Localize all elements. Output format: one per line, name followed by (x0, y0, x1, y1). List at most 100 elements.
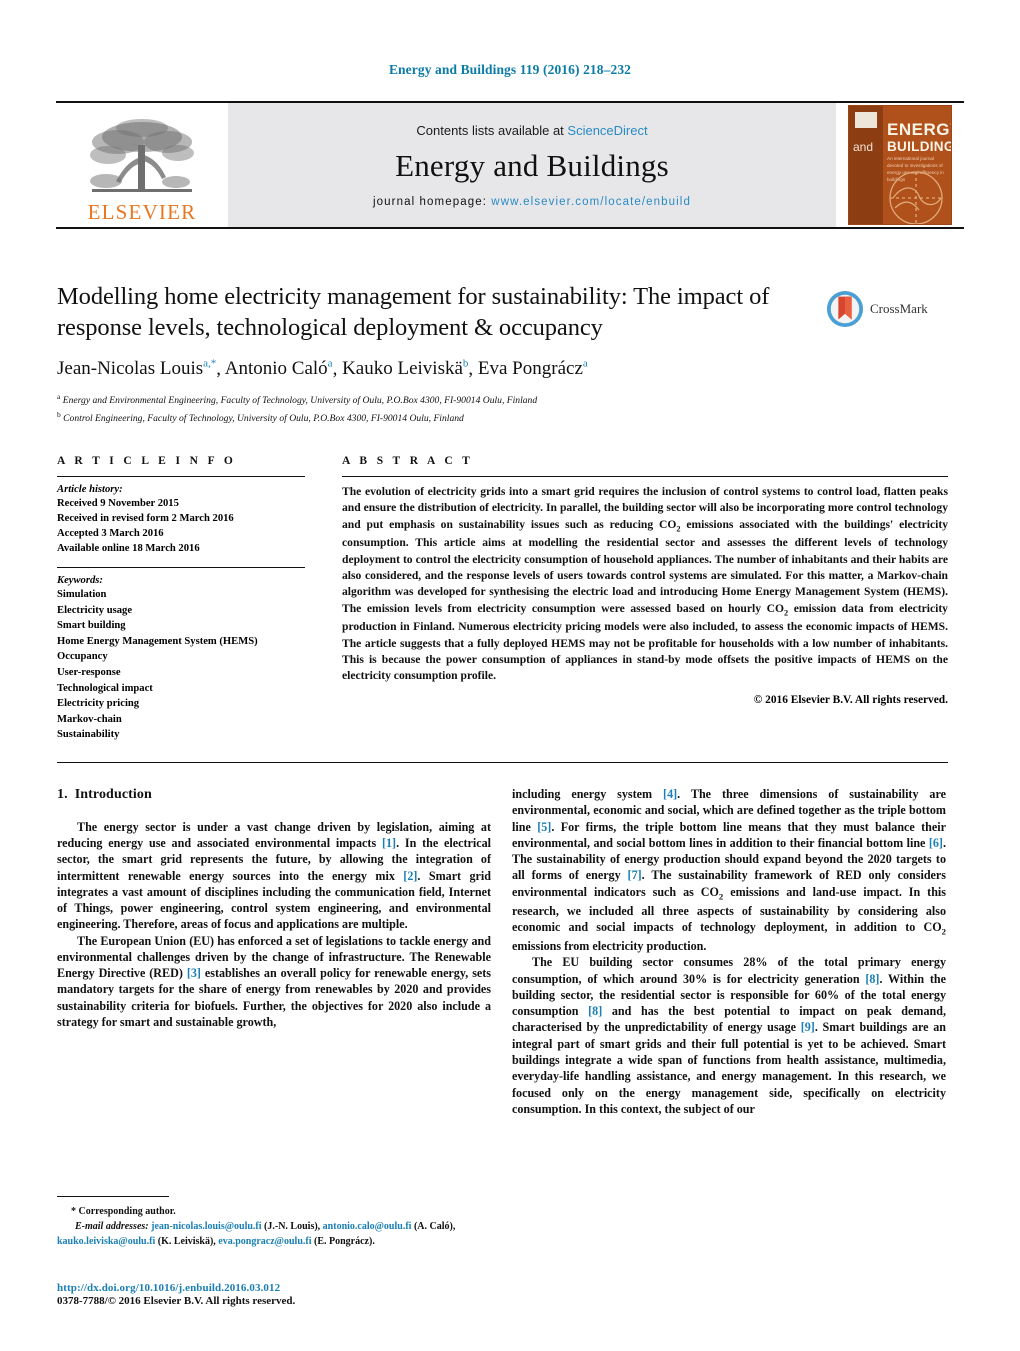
abstract-box: A B S T R A C T The evolution of electri… (342, 455, 948, 706)
section-title: Introduction (74, 787, 152, 802)
abstract-heading: A B S T R A C T (342, 455, 474, 467)
affiliation-b: b Control Engineering, Faculty of Techno… (57, 409, 797, 427)
cover-buildings-text: BUILDINGS (887, 139, 951, 154)
article-info-heading: A R T I C L E I N F O (57, 455, 237, 467)
section-number: 1. (57, 787, 68, 802)
abstract-rule (342, 476, 948, 477)
author-1: Jean-Nicolas Louisa,* (57, 357, 217, 380)
affiliation-a: a Energy and Environmental Engineering, … (57, 391, 797, 409)
author-4-marks: a (582, 357, 588, 370)
doi-link[interactable]: http://dx.doi.org/10.1016/j.enbuild.2016… (57, 1282, 497, 1294)
running-head: Energy and Buildings 119 (2016) 218–232 (388, 62, 632, 77)
email-owner: (E. Pongrácz). (314, 1236, 375, 1247)
cover-publisher-badge (855, 112, 877, 128)
footnote-rule (57, 1196, 169, 1197)
email-link[interactable]: eva.pongracz@oulu.fi (218, 1236, 311, 1247)
email-addresses-note: E-mail addresses: jean-nicolas.louis@oul… (57, 1219, 491, 1249)
citation-link[interactable]: [6] (929, 836, 943, 850)
cover-artwork-icon (889, 171, 943, 224)
citation-link[interactable]: [3] (187, 966, 201, 980)
citation-link[interactable]: [2] (403, 869, 417, 883)
sciencedirect-link[interactable]: ScienceDirect (567, 123, 647, 138)
affiliation-b-text: Control Engineering, Faculty of Technolo… (63, 413, 464, 425)
keyword-item: Technological impact (57, 682, 153, 694)
abstract-copyright: © 2016 Elsevier B.V. All rights reserved… (753, 693, 948, 706)
citation-link[interactable]: [8] (865, 972, 879, 986)
author-list: Jean-Nicolas Louisa,*, Antonio Calóa, Ka… (57, 358, 797, 380)
citation-link[interactable]: [5] (537, 820, 551, 834)
cover-image: and ENERGY BUILDINGS An international jo… (848, 105, 952, 225)
keyword-item: Markov-chain (57, 713, 122, 725)
email-addresses-label: E-mail addresses: (75, 1221, 149, 1232)
history-item: Available online 18 March 2016 (57, 543, 200, 555)
issn-copyright: 0378-7788/© 2016 Elsevier B.V. All right… (57, 1295, 296, 1307)
paper-title: Modelling home electricity management fo… (57, 283, 770, 341)
section-heading-introduction: 1. Introduction (57, 786, 491, 805)
email-link[interactable]: antonio.calo@oulu.fi (323, 1221, 412, 1232)
masthead-center: Contents lists available at ScienceDirec… (228, 103, 836, 227)
keyword-item: Electricity usage (57, 604, 133, 616)
citation-link[interactable]: [7] (628, 868, 642, 882)
abstract-bottom-rule (57, 762, 948, 763)
journal-masthead: ELSEVIER Contents lists available at Sci… (56, 101, 964, 229)
keyword-item: Simulation (57, 589, 107, 601)
keyword-item: Electricity pricing (57, 698, 140, 710)
keyword-item: Smart building (57, 620, 126, 632)
author-2: Antonio Calóa (224, 357, 333, 380)
author-3: Kauko Leiviskäb (342, 357, 469, 380)
author-sep: , (332, 358, 343, 380)
citation-link[interactable]: [8] (588, 1004, 602, 1018)
crossmark-label: CrossMark (870, 301, 928, 316)
paragraph: The European Union (EU) has enforced a s… (57, 933, 491, 1030)
author-4: Eva Pongrácza (477, 357, 588, 380)
crossmark-badge[interactable]: CrossMark (826, 281, 946, 337)
body-column-right: including energy system [4]. The three d… (512, 786, 946, 1117)
email-owner: (J.-N. Louis), (264, 1221, 321, 1232)
citation-link[interactable]: [9] (801, 1020, 815, 1034)
journal-cover-thumbnail: and ENERGY BUILDINGS An international jo… (836, 103, 964, 227)
keyword-item: Sustainability (57, 729, 120, 741)
contents-available-line: Contents lists available at ScienceDirec… (416, 123, 647, 138)
affiliation-a-marker: a (57, 392, 61, 402)
elsevier-logo: ELSEVIER (56, 103, 228, 227)
elsevier-tree-icon (90, 119, 194, 192)
affiliation-b-marker: b (57, 410, 61, 420)
keywords-label: Keywords: (57, 575, 103, 587)
history-item: Received in revised form 2 March 2016 (57, 513, 234, 525)
footnote-block: * Corresponding author. E-mail addresses… (57, 1196, 491, 1249)
homepage-prefix: journal homepage: (373, 195, 492, 208)
contents-prefix: Contents lists available at (416, 122, 568, 138)
history-item: Received 9 November 2015 (57, 498, 179, 509)
journal-homepage-link[interactable]: www.elsevier.com/locate/enbuild (491, 196, 691, 208)
crossmark-icon (826, 290, 864, 328)
citation-link[interactable]: [1] (382, 836, 396, 850)
author-sep: , (468, 358, 478, 380)
journal-title: Energy and Buildings (395, 147, 669, 183)
article-info-box: A R T I C L E I N F O Article history: R… (57, 455, 305, 743)
abstract-text: The evolution of electricity grids into … (342, 485, 949, 683)
author-1-marks: a,* (203, 357, 217, 370)
author-sep: , (216, 358, 225, 380)
email-link[interactable]: kauko.leiviska@oulu.fi (57, 1236, 155, 1247)
elsevier-wordmark: ELSEVIER (87, 200, 197, 224)
body-column-left: 1. Introduction The energy sector is unde… (57, 786, 491, 1030)
paragraph: The energy sector is under a vast change… (57, 819, 491, 932)
affiliations: a Energy and Environmental Engineering, … (57, 391, 797, 427)
corresponding-author-note: * Corresponding author. (71, 1206, 176, 1217)
keyword-item: User-response (57, 666, 121, 678)
cover-energy-text: ENERGY (887, 120, 951, 139)
keyword-item: Occupancy (57, 651, 108, 663)
email-link[interactable]: jean-nicolas.louis@oulu.fi (151, 1221, 261, 1232)
keywords-rule (57, 567, 305, 569)
doi-block: http://dx.doi.org/10.1016/j.enbuild.2016… (57, 1282, 497, 1307)
journal-homepage-line: journal homepage: www.elsevier.com/locat… (373, 196, 691, 208)
affiliation-a-text: Energy and Environmental Engineering, Fa… (62, 395, 538, 407)
paragraph: The EU building sector consumes 28% of t… (512, 955, 947, 1116)
article-history-label: Article history: (57, 484, 123, 495)
paragraph: including energy system [4]. The three d… (512, 787, 947, 954)
cover-and-text: and (853, 140, 874, 154)
history-item: Accepted 3 March 2016 (57, 528, 164, 540)
email-owner: (A. Caló), (413, 1221, 456, 1232)
citation-link[interactable]: [4] (663, 787, 677, 801)
email-owner: (K. Leiviskä), (157, 1236, 216, 1247)
